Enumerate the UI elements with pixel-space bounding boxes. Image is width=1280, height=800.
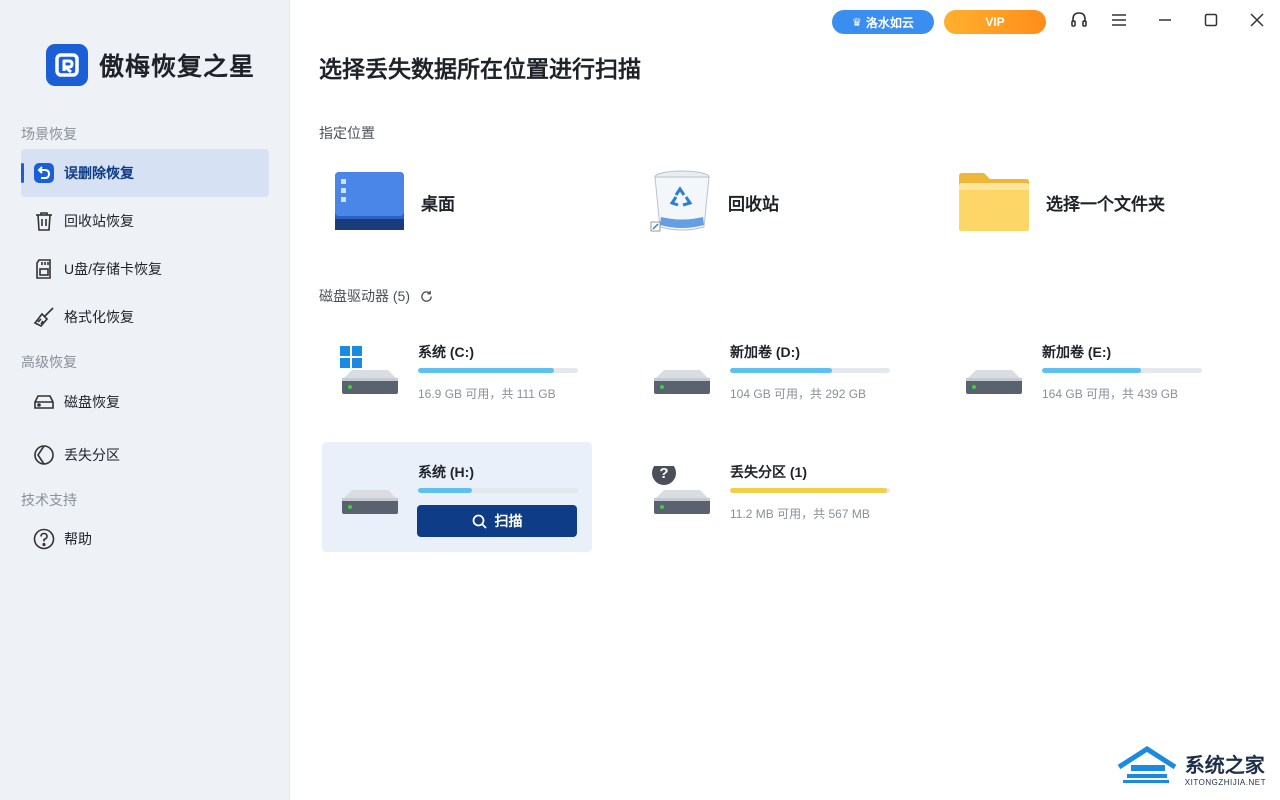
recycle-bin-icon: [648, 167, 712, 238]
sidebar-item-label: 格式化恢复: [64, 309, 134, 325]
sidebar-item-lost-partition[interactable]: 丢失分区: [21, 431, 269, 479]
drive-info: 16.9 GB 可用，共 111 GB: [418, 387, 556, 401]
sidebar-item-label: U盘/存储卡恢复: [64, 261, 162, 277]
watermark-title: 系统之家: [1184, 754, 1265, 777]
drive-info: 11.2 MB 可用，共 567 MB: [730, 507, 870, 521]
maximize-icon: [1204, 13, 1218, 32]
watermark: 系统之家 XITONGZHIJIA.NET: [1117, 745, 1266, 790]
location-recycle-bin[interactable]: 回收站: [648, 168, 779, 236]
account-button[interactable]: ♛ 洛水如云: [832, 10, 934, 34]
locations-label: 指定位置: [319, 125, 375, 141]
minimize-button[interactable]: [1142, 0, 1188, 44]
hard-drive-icon: [340, 466, 400, 520]
close-icon: [1250, 12, 1264, 32]
drive-name: 丢失分区 (1): [730, 464, 807, 480]
sd-card-icon: [33, 258, 55, 280]
usage-bar-fill: [418, 488, 473, 493]
location-label: 回收站: [728, 194, 779, 214]
app-logo: 傲梅恢复之星: [46, 44, 255, 86]
close-button[interactable]: [1234, 0, 1280, 44]
broom-icon: [33, 306, 55, 328]
support-button[interactable]: [1062, 0, 1096, 44]
disk-icon: [33, 391, 55, 413]
sidebar-item-format-recovery[interactable]: 格式化恢复: [21, 293, 269, 341]
section-scene-label: 场景恢复: [21, 126, 77, 142]
usage-bar: [1042, 368, 1202, 373]
help-icon: [33, 528, 55, 550]
usage-bar: [418, 368, 578, 373]
sidebar-item-recycle-recovery[interactable]: 回收站恢复: [21, 197, 269, 245]
drive-card-lost-partition[interactable]: ? 丢失分区 (1) 11.2 MB 可用，共 567 MB: [634, 442, 904, 552]
minimize-icon: [1158, 13, 1172, 32]
sidebar-item-label: 回收站恢复: [64, 213, 134, 229]
vip-button[interactable]: VIP: [944, 10, 1046, 34]
location-choose-folder[interactable]: 选择一个文件夹: [958, 168, 1165, 236]
sidebar-item-label: 丢失分区: [64, 447, 120, 463]
drive-name: 系统 (H:): [418, 464, 474, 480]
section-support-label: 技术支持: [21, 492, 77, 508]
page-title: 选择丢失数据所在位置进行扫描: [319, 56, 641, 82]
app-name: 傲梅恢复之星: [99, 53, 256, 81]
usage-bar: [418, 488, 578, 493]
folder-icon: [958, 168, 1030, 237]
drive-card-h[interactable]: 系统 (H:) 扫描: [322, 442, 592, 552]
usage-bar-fill: [730, 368, 833, 373]
sidebar-item-label: 帮助: [64, 531, 92, 547]
desktop-icon: [334, 169, 405, 236]
sidebar-item-disk-recovery[interactable]: 磁盘恢复: [21, 378, 269, 426]
hard-drive-icon: [652, 346, 712, 400]
location-label: 选择一个文件夹: [1046, 194, 1165, 214]
windows-drive-icon: [340, 346, 400, 400]
svg-text:?: ?: [659, 466, 668, 482]
maximize-button[interactable]: [1188, 0, 1234, 44]
drive-card-d[interactable]: 新加卷 (D:) 104 GB 可用，共 292 GB: [634, 322, 904, 432]
usage-bar: [730, 368, 890, 373]
drives-header: 磁盘驱动器 (5): [319, 286, 433, 306]
sidebar: 傲梅恢复之星 场景恢复 误删除恢复 回收站恢复 U盘/存储卡恢复 格式化恢复 高…: [0, 0, 290, 800]
trash-icon: [33, 210, 55, 232]
partition-icon: [33, 444, 55, 466]
section-advanced-label: 高级恢复: [21, 354, 77, 370]
app-logo-icon: [46, 44, 88, 86]
sidebar-item-help[interactable]: 帮助: [21, 515, 269, 563]
location-label: 桌面: [421, 194, 455, 214]
titlebar: ♛ 洛水如云 VIP: [832, 0, 1280, 44]
drive-card-e[interactable]: 新加卷 (E:) 164 GB 可用，共 439 GB: [946, 322, 1216, 432]
undo-icon: [33, 162, 55, 184]
drive-info: 104 GB 可用，共 292 GB: [730, 387, 867, 401]
location-desktop[interactable]: 桌面: [334, 168, 455, 236]
menu-button[interactable]: [1096, 0, 1142, 44]
usage-bar-fill: [418, 368, 554, 373]
drive-name: 新加卷 (D:): [730, 344, 800, 360]
search-icon: [472, 514, 487, 529]
headset-icon: [1070, 11, 1088, 34]
usage-bar-fill: [1042, 368, 1142, 373]
drive-info: 164 GB 可用，共 439 GB: [1042, 387, 1179, 401]
sidebar-item-usb-recovery[interactable]: U盘/存储卡恢复: [21, 245, 269, 293]
house-logo-icon: [1117, 745, 1179, 790]
unknown-drive-icon: ?: [652, 461, 712, 520]
crown-icon: ♛: [852, 16, 862, 29]
scan-label: 扫描: [494, 513, 523, 529]
sidebar-item-label: 误删除恢复: [64, 165, 134, 181]
account-label: 洛水如云: [865, 15, 914, 30]
hamburger-icon: [1111, 13, 1127, 32]
drive-card-c[interactable]: 系统 (C:) 16.9 GB 可用，共 111 GB: [322, 322, 592, 432]
scan-button[interactable]: 扫描: [417, 505, 577, 537]
watermark-subtitle: XITONGZHIJIA.NET: [1184, 777, 1266, 787]
usage-bar: [730, 488, 890, 493]
usage-bar-fill: [730, 488, 887, 493]
refresh-icon[interactable]: [420, 290, 433, 303]
hard-drive-icon: [964, 346, 1024, 400]
drive-name: 新加卷 (E:): [1042, 344, 1112, 360]
sidebar-item-label: 磁盘恢复: [64, 394, 120, 410]
drive-name: 系统 (C:): [418, 344, 474, 360]
drives-label: 磁盘驱动器 (5): [319, 288, 410, 304]
sidebar-item-deleted-recovery[interactable]: 误删除恢复: [21, 149, 269, 197]
main-panel: ♛ 洛水如云 VIP 选择丢失数据所在位置进行扫描 指定位置 桌面 回收站 选择…: [290, 0, 1280, 800]
